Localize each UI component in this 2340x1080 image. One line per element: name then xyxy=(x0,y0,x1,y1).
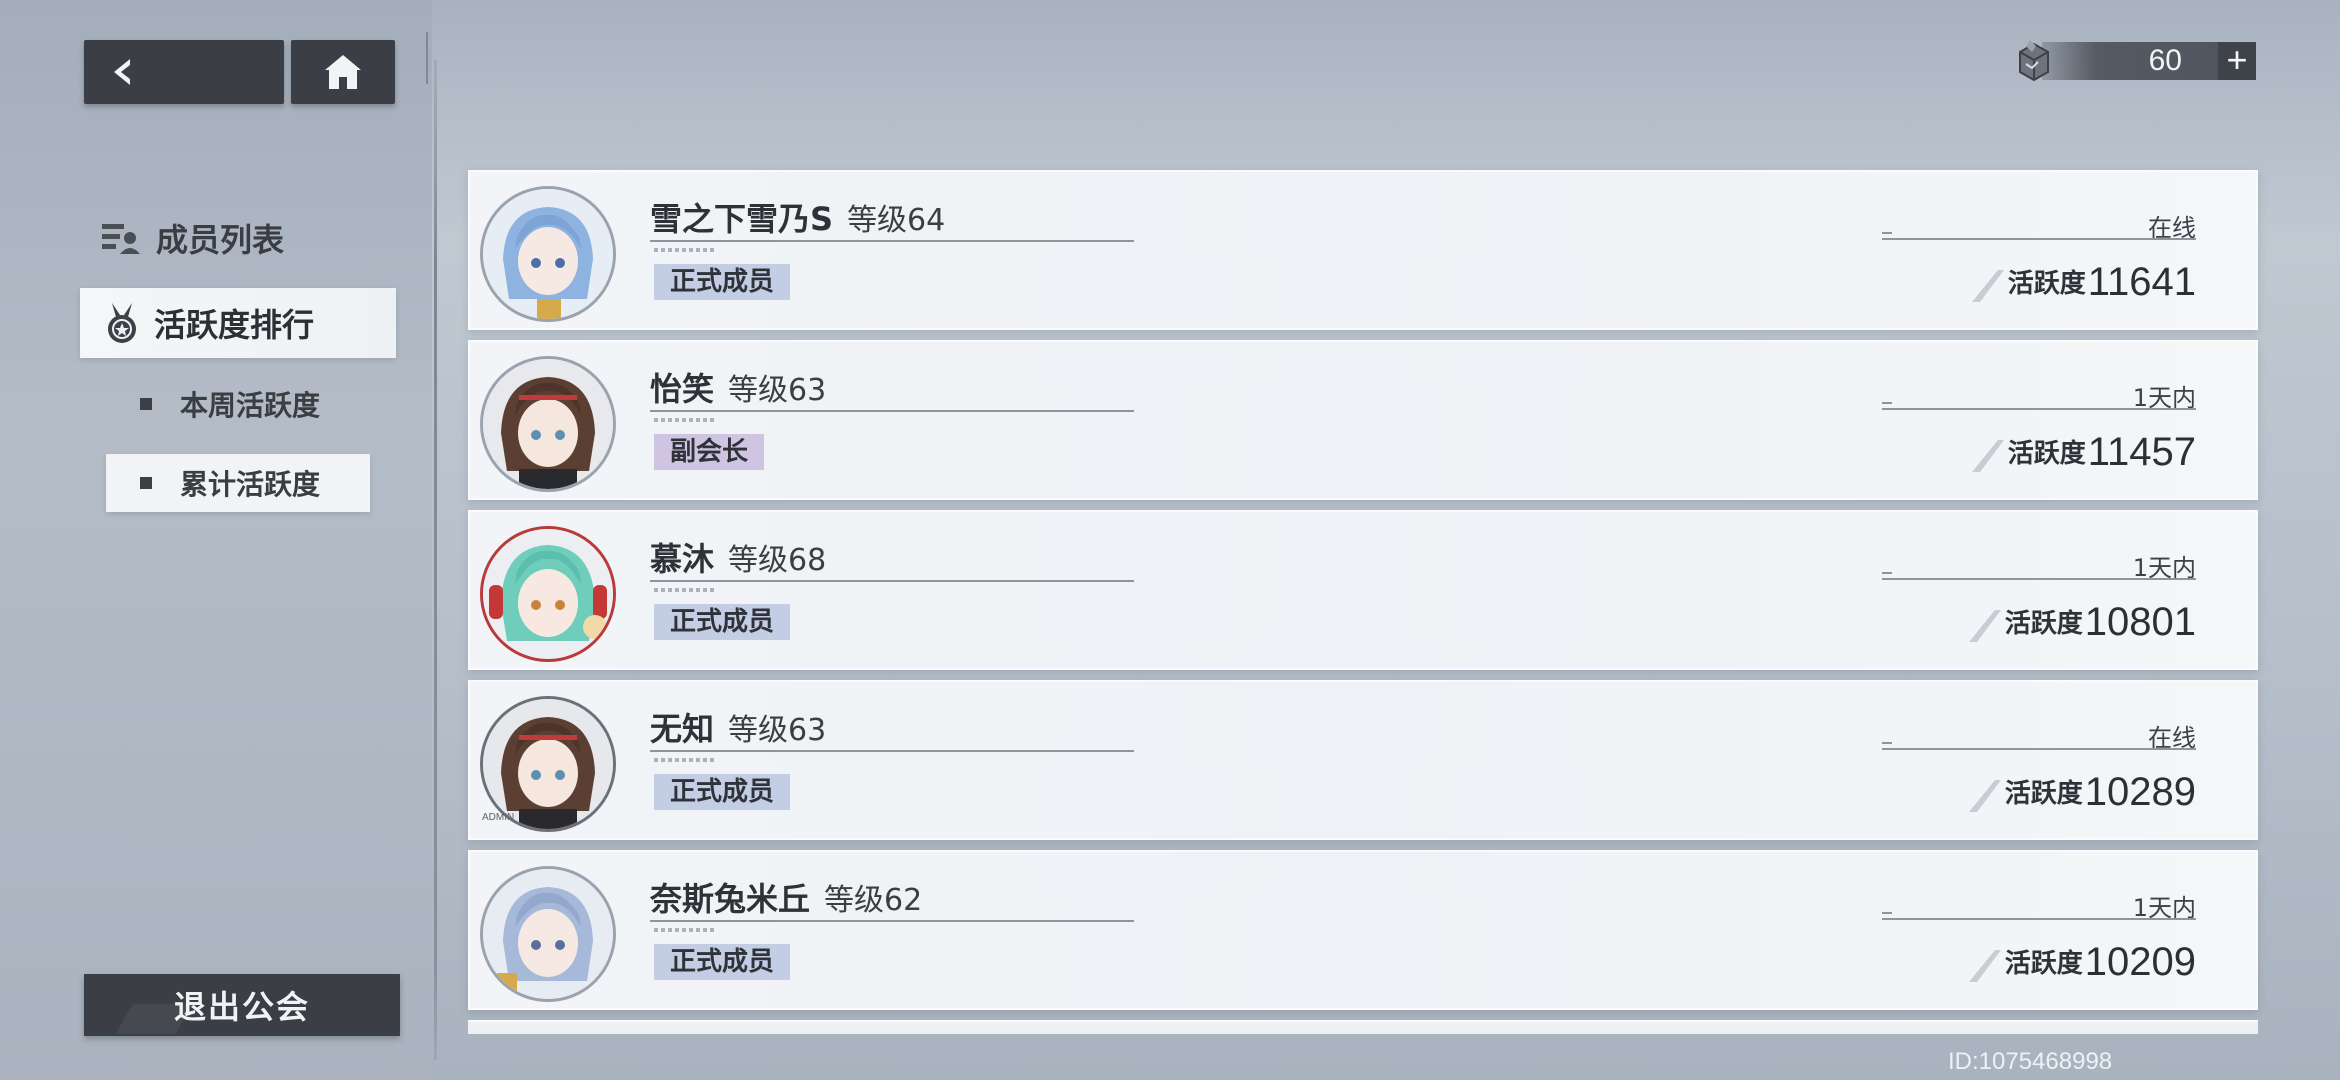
member-card[interactable]: 雪之下雪乃S 等级64 正式成员 在线 活跃度 11641 xyxy=(468,170,2258,330)
nav-activity-ranking-label: 活跃度排行 xyxy=(154,306,315,344)
player-uid: ID:1075468998 xyxy=(1948,1048,2113,1075)
activity-label: 活跃度 xyxy=(2004,949,2083,979)
member-rank-badge: 正式成员 xyxy=(654,774,791,810)
member-card-next[interactable] xyxy=(468,1020,2258,1034)
name-underline xyxy=(650,410,1134,412)
status-underline xyxy=(1882,402,2196,410)
quit-guild-label: 退出公会 xyxy=(173,988,310,1026)
member-activity: 活跃度 11457 xyxy=(1968,424,2196,474)
member-name-text: 奈斯兔米丘 xyxy=(650,880,811,918)
member-rank-badge: 正式成员 xyxy=(654,604,791,640)
name-underline xyxy=(650,240,1134,242)
avatar-image xyxy=(483,529,613,659)
currency-value: 60 xyxy=(2148,44,2182,77)
member-level: 等级63 xyxy=(728,373,827,408)
subnav-weekly-activity[interactable]: 本周活跃度 xyxy=(106,376,386,432)
member-card[interactable]: ADMIN 无知 等级63 正式成员 在线 活跃度 10289 xyxy=(468,680,2258,840)
avatar-image xyxy=(483,189,613,319)
bullet-icon xyxy=(140,398,152,410)
decorative-text xyxy=(654,248,714,252)
vertical-divider xyxy=(434,60,437,1060)
member-rank-badge: 副会长 xyxy=(654,434,765,470)
bullet-icon xyxy=(140,477,152,489)
avatar-admin-badge: ADMIN xyxy=(482,812,515,823)
activity-label: 活跃度 xyxy=(2007,269,2086,299)
member-avatar[interactable] xyxy=(480,526,616,662)
subnav-total-activity[interactable]: 累计活跃度 xyxy=(106,454,370,512)
activity-value: 11641 xyxy=(2087,260,2196,304)
divider-tick xyxy=(426,32,428,84)
member-avatar[interactable] xyxy=(480,866,616,1002)
member-avatar[interactable] xyxy=(480,356,616,492)
back-button[interactable] xyxy=(84,40,284,104)
member-card[interactable]: 奈斯兔米丘 等级62 正式成员 1天内 活跃度 10209 xyxy=(468,850,2258,1010)
activity-label: 活跃度 xyxy=(2004,609,2083,639)
slash-decoration-icon xyxy=(1968,610,2001,642)
member-rank-badge: 正式成员 xyxy=(654,264,791,300)
subnav-total-label: 累计活跃度 xyxy=(180,468,321,501)
member-card[interactable]: 怡笑 等级63 副会长 1天内 活跃度 11457 xyxy=(468,340,2258,500)
avatar-image xyxy=(483,699,613,829)
status-underline xyxy=(1882,232,2196,240)
member-activity: 活跃度 10801 xyxy=(1965,594,2196,644)
nav-member-list-label: 成员列表 xyxy=(156,221,285,259)
member-name: 雪之下雪乃S 等级64 xyxy=(650,194,945,240)
decorative-text xyxy=(654,588,714,592)
decorative-text xyxy=(654,928,714,932)
home-button[interactable] xyxy=(291,40,395,104)
quit-guild-button[interactable]: 退出公会 xyxy=(84,974,400,1036)
member-activity: 活跃度 10209 xyxy=(1965,934,2196,984)
status-underline xyxy=(1882,912,2196,920)
activity-value: 11457 xyxy=(2087,430,2196,474)
member-name: 慕沐 等级68 xyxy=(650,534,826,580)
name-underline xyxy=(650,920,1134,922)
member-name-text: 怡笑 xyxy=(650,370,715,408)
activity-label: 活跃度 xyxy=(2004,779,2083,809)
member-name-text: 雪之下雪乃S xyxy=(650,200,834,238)
member-name-text: 无知 xyxy=(650,710,715,748)
member-card[interactable]: 慕沐 等级68 正式成员 1天内 活跃度 10801 xyxy=(468,510,2258,670)
member-name-text: 慕沐 xyxy=(650,540,715,578)
currency-counter: 60 + xyxy=(2012,40,2256,82)
slash-decoration-icon xyxy=(1968,950,2001,982)
subnav-weekly-label: 本周活跃度 xyxy=(180,389,321,422)
member-activity: 活跃度 11641 xyxy=(1968,254,2196,304)
member-level: 等级63 xyxy=(728,713,827,748)
add-currency-button[interactable]: + xyxy=(2218,42,2256,80)
home-icon xyxy=(325,55,361,89)
slash-decoration-icon xyxy=(1968,780,2001,812)
member-list-icon xyxy=(102,224,140,254)
activity-label: 活跃度 xyxy=(2007,439,2086,469)
medal-icon xyxy=(108,303,136,343)
member-name: 奈斯兔米丘 等级62 xyxy=(650,874,922,920)
slash-decoration-icon xyxy=(1971,440,2004,472)
avatar-image xyxy=(483,359,613,489)
member-name: 无知 等级63 xyxy=(650,704,826,750)
activity-value: 10289 xyxy=(2084,770,2196,814)
status-underline xyxy=(1882,572,2196,580)
member-level: 等级62 xyxy=(824,883,923,918)
crystal-box-icon xyxy=(2019,40,2049,82)
name-underline xyxy=(650,750,1134,752)
activity-value: 10209 xyxy=(2084,940,2196,984)
currency-bar xyxy=(2042,42,2226,80)
activity-value: 10801 xyxy=(2084,600,2196,644)
member-avatar[interactable] xyxy=(480,186,616,322)
decorative-text xyxy=(654,758,714,762)
decorative-text xyxy=(654,418,714,422)
member-level: 等级64 xyxy=(847,203,946,238)
member-rank-badge: 正式成员 xyxy=(654,944,791,980)
member-name: 怡笑 等级63 xyxy=(650,364,826,410)
slash-decoration-icon xyxy=(1971,270,2004,302)
name-underline xyxy=(650,580,1134,582)
nav-member-list[interactable]: 成员列表 xyxy=(100,210,400,266)
left-panel-bg xyxy=(0,0,432,1080)
status-underline xyxy=(1882,742,2196,750)
member-level: 等级68 xyxy=(728,543,827,578)
back-arrow-icon xyxy=(114,59,130,85)
avatar-image xyxy=(483,869,613,999)
member-activity: 活跃度 10289 xyxy=(1965,764,2196,814)
nav-activity-ranking[interactable]: 活跃度排行 xyxy=(80,288,396,358)
